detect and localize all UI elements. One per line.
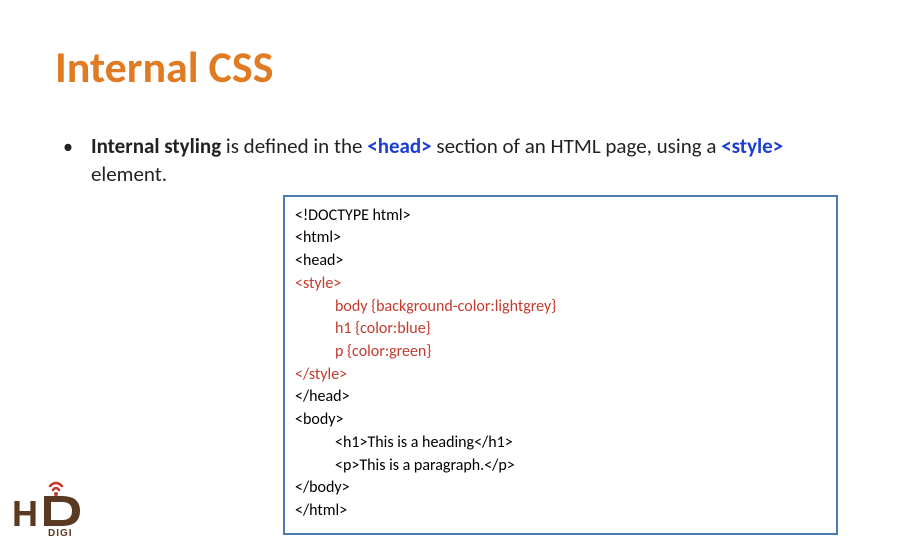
bullet-t2: section of an HTML page, using a [432, 133, 722, 159]
page-title: Internal CSS [55, 40, 845, 94]
bullet-item: • Internal styling is defined in the <he… [63, 132, 845, 189]
code-line: <h1>This is a heading</h1> [335, 432, 826, 455]
code-line: </body> [295, 477, 826, 500]
code-line-css: body {background-color:lightgrey} [335, 296, 826, 319]
code-line: <body> [295, 409, 826, 432]
code-line: <!DOCTYPE html> [295, 205, 826, 228]
code-line-style-open: <style> [295, 273, 826, 296]
logo-text: DIGI [48, 528, 73, 539]
code-example-box: <!DOCTYPE html> <html> <head> <style> bo… [283, 195, 838, 535]
code-line: </html> [295, 500, 826, 523]
head-tag: <head> [367, 133, 431, 159]
bullet-text: Internal styling is defined in the <head… [91, 132, 845, 189]
bullet-marker: • [63, 134, 73, 161]
slide: Internal CSS • Internal styling is defin… [0, 0, 900, 555]
bullet-t1: is defined in the [221, 133, 367, 159]
brand-logo: H DIGI [12, 478, 102, 540]
code-line-css: h1 {color:blue} [335, 318, 826, 341]
code-line: <p>This is a paragraph.</p> [335, 455, 826, 478]
code-line-css: p {color:green} [335, 341, 826, 364]
code-line-style-close: </style> [295, 364, 826, 387]
code-line: </head> [295, 386, 826, 409]
bullet-strong: Internal styling [91, 133, 221, 159]
style-tag: <style> [721, 133, 783, 159]
code-line: <html> [295, 227, 826, 250]
code-line: <head> [295, 250, 826, 273]
svg-text:H: H [12, 493, 38, 534]
bullet-t3: element. [91, 161, 167, 187]
